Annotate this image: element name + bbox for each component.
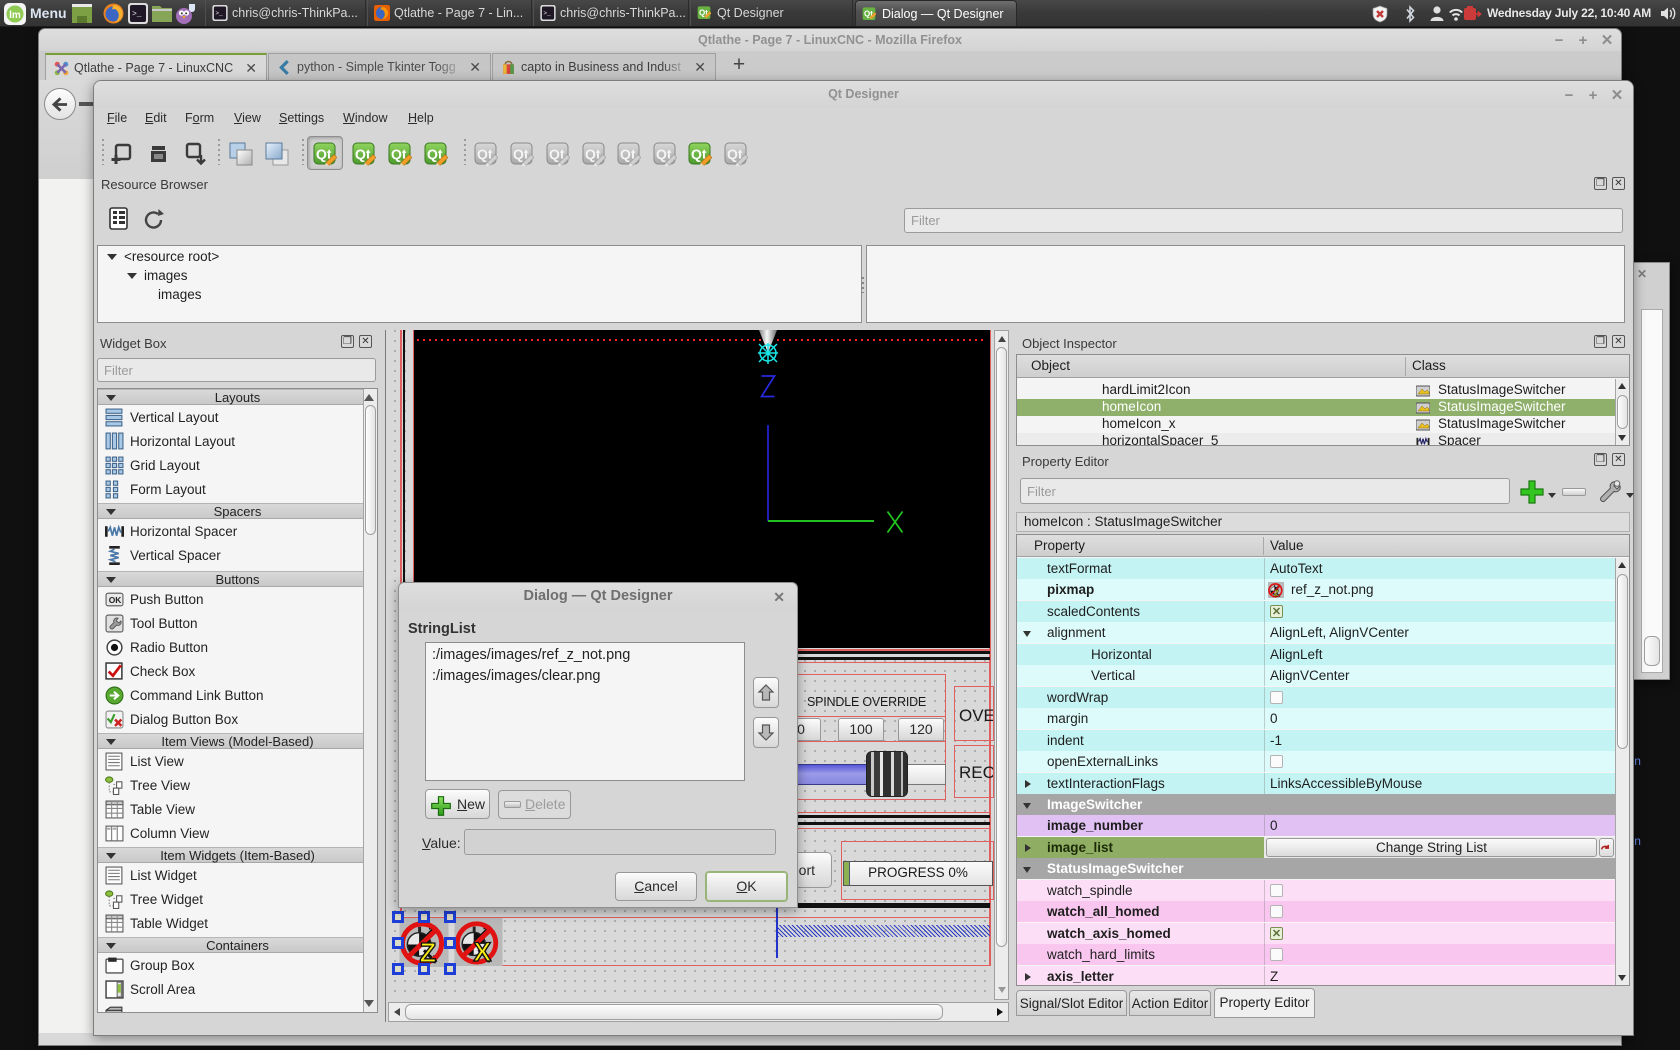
svg-text:>_: >_ bbox=[132, 10, 142, 19]
svg-text:OK: OK bbox=[109, 595, 123, 605]
svg-text:lm: lm bbox=[9, 10, 21, 21]
svg-text:>_: >_ bbox=[215, 10, 223, 17]
svg-text:>_: >_ bbox=[543, 10, 551, 17]
svg-text:X: X bbox=[473, 937, 491, 966]
svg-text:Z: Z bbox=[1274, 588, 1280, 598]
